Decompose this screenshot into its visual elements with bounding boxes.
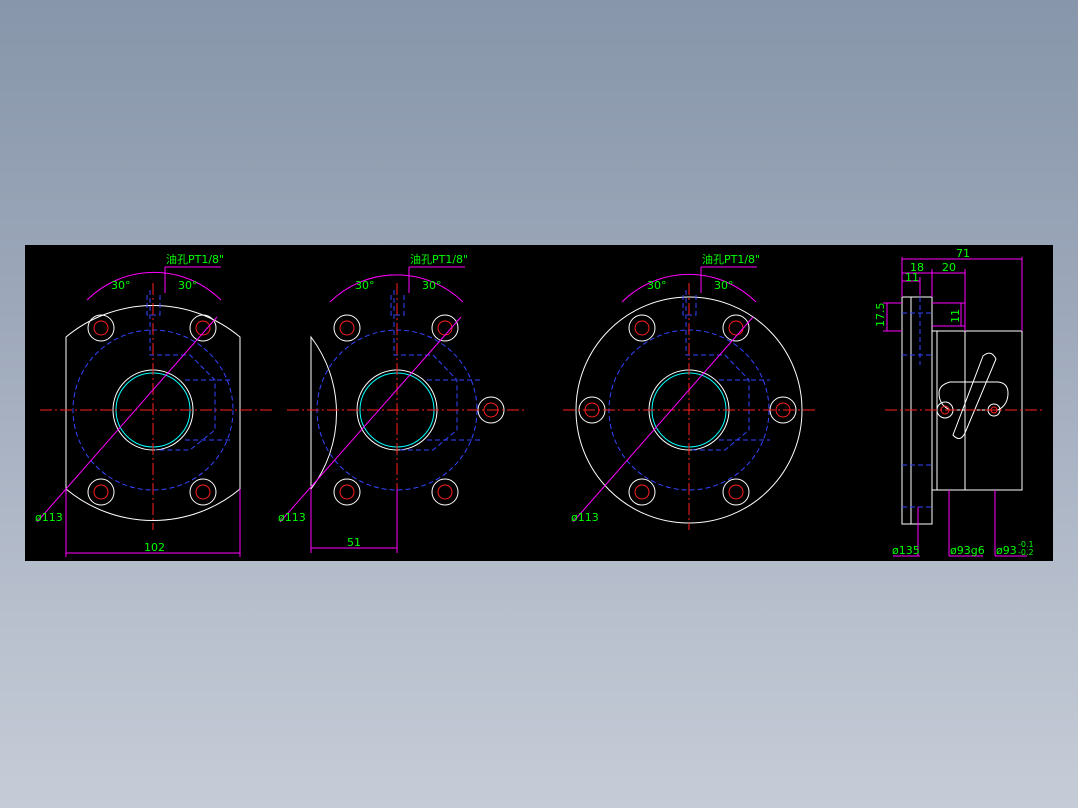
thin-label: 11 xyxy=(905,271,919,284)
angle-left-label: 30° xyxy=(111,279,131,292)
angle-left-label: 30° xyxy=(647,279,667,292)
angle-right-label: 30° xyxy=(178,279,198,292)
side-view: 71 18 20 11 17.5 11 ø135 ø93g6 ø93 -0.1 … xyxy=(874,247,1043,557)
flange-dia-label: ø135 xyxy=(892,544,920,557)
oil-label: 油孔PT1/8" xyxy=(166,252,224,266)
angle-left-label: 30° xyxy=(355,279,375,292)
offset-label: 51 xyxy=(347,536,361,549)
oil-passage xyxy=(393,290,458,451)
lever-arm xyxy=(952,352,997,439)
angle-right-label: 30° xyxy=(714,279,734,292)
pcd-label: ø113 xyxy=(278,511,306,524)
length-label: 71 xyxy=(956,247,970,260)
body-dia-label: ø93g6 xyxy=(950,544,985,557)
recess-dia-label: ø93 xyxy=(996,544,1017,557)
drawing-viewport[interactable]: 油孔PT1/8" 30° 30° ø113 102 油孔PT1/8" 30° 3… xyxy=(25,245,1053,561)
pcd-leader xyxy=(279,316,462,523)
oil-passage xyxy=(685,290,750,451)
flange-outline xyxy=(310,335,338,491)
cad-drawing: 油孔PT1/8" 30° 30° ø113 102 油孔PT1/8" 30° 3… xyxy=(35,247,1043,557)
view-1-square-flange: 油孔PT1/8" 30° 30° ø113 102 xyxy=(35,252,275,557)
step-label: 20 xyxy=(942,261,956,274)
pcd-label: ø113 xyxy=(571,511,599,524)
angle-arc xyxy=(86,271,222,301)
angle-right-label: 30° xyxy=(422,279,442,292)
oil-label: 油孔PT1/8" xyxy=(410,252,468,266)
oil-label: 油孔PT1/8" xyxy=(702,252,760,266)
view-3-full-flange: 油孔PT1/8" 30° 30° ø113 xyxy=(563,252,817,530)
recess-tol-lower: -0.2 xyxy=(1018,548,1034,557)
height-label: 17.5 xyxy=(874,303,887,328)
pcd-leader xyxy=(572,316,754,523)
pcd-label: ø113 xyxy=(35,511,63,524)
hole-label: 11 xyxy=(949,309,962,323)
width-label: 102 xyxy=(144,541,165,554)
view-2-round-flange: 油孔PT1/8" 30° 30° ø113 51 xyxy=(278,252,525,553)
